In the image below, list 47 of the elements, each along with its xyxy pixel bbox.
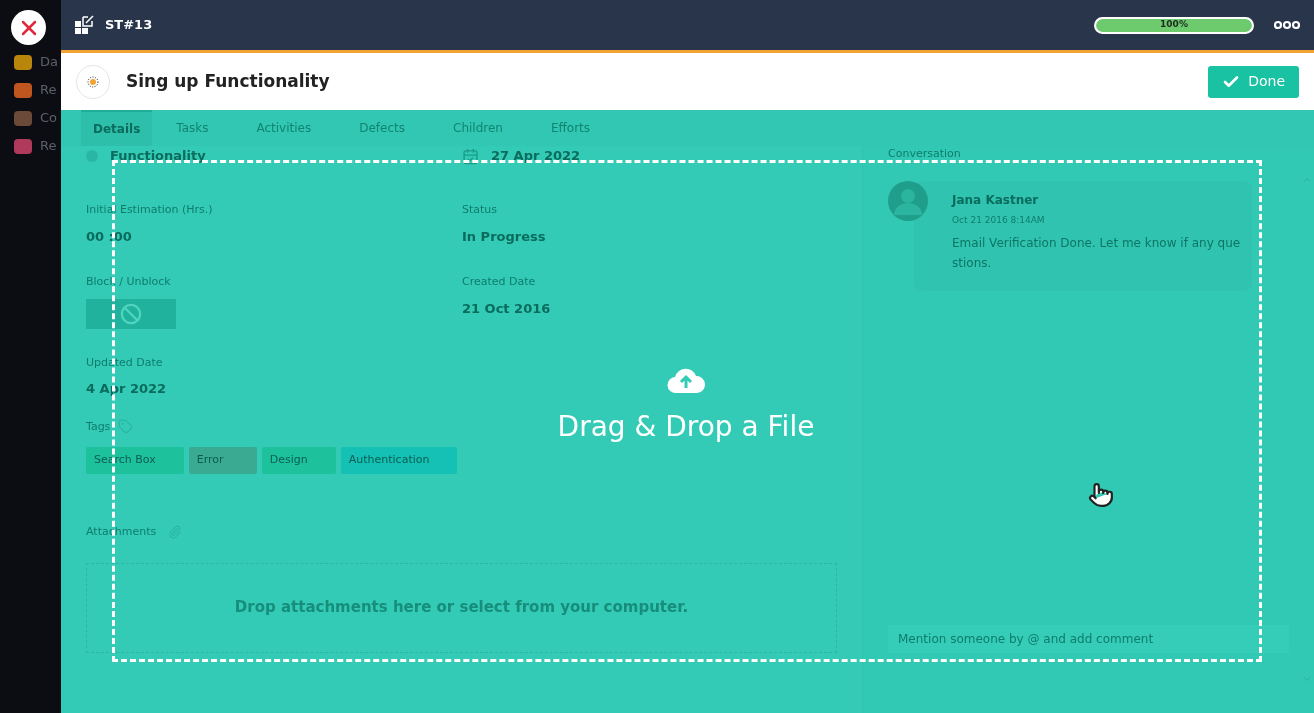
field-value: 21 Oct 2016 [462,299,551,318]
comment-text: Email Verification Done. Let me know if any questions. [952,235,1242,272]
tab[interactable]: Efforts [526,110,615,146]
avatar [888,180,928,221]
tag[interactable]: Authentication [340,447,458,474]
tab[interactable]: Children [429,110,527,146]
conversation-title: Conversation [888,146,961,162]
tag[interactable]: Design [261,447,336,474]
dropzone-text: Drop attachments here or select from your computer. [234,597,689,619]
tab[interactable]: Defects [335,110,429,146]
sidebar-item[interactable]: Re [40,136,57,156]
ticket-id: ST#13 [105,16,153,35]
category: Functionality [110,147,206,166]
field-label: Status [462,202,498,218]
tag[interactable]: Error [188,447,257,474]
comment-author: Jana Kastner [952,191,1040,209]
field-value: In Progress [462,227,546,246]
calendar-icon [462,147,479,165]
due-date: 27 Apr 2022 [491,147,581,166]
block-button[interactable] [86,298,176,329]
tab[interactable]: Activities [232,110,336,146]
menu-icon[interactable] [14,138,32,154]
sidebar-item[interactable]: Da [40,52,58,72]
field-value: 00 :00 [86,227,132,246]
field-label: Created Date [462,274,536,290]
more-icon[interactable] [1274,20,1300,30]
task-title: Sing up Functionality [126,69,330,93]
drop-overlay-text: Drag & Drop a File [557,409,815,445]
menu-icon[interactable] [14,54,32,70]
sidebar-item[interactable]: Re [40,80,57,100]
field-label: Initial Estimation (Hrs.) [86,202,213,218]
sidebar-item[interactable]: Co [40,108,58,128]
block-icon [120,302,142,325]
menu-icon[interactable] [14,110,32,126]
tab[interactable]: Tasks [152,110,233,146]
field-label: Attachments [86,524,157,540]
cloud-upload-icon [667,366,705,394]
comment-field[interactable]: Mention someone by @ and add comment [888,625,1289,653]
hand-cursor-icon [1088,482,1114,508]
board-icon [75,15,95,35]
tab[interactable]: Details [81,110,153,146]
menu-icon[interactable] [14,82,32,98]
done-button[interactable]: Done [1208,65,1299,98]
field-label: Tags [86,418,111,435]
progress-reading: 100% [1159,18,1189,32]
attachment-dropzone[interactable]: Drop attachments here or select from your computer. [86,562,837,653]
comment-time: Oct 21 2016 8:14AM [952,213,1046,227]
